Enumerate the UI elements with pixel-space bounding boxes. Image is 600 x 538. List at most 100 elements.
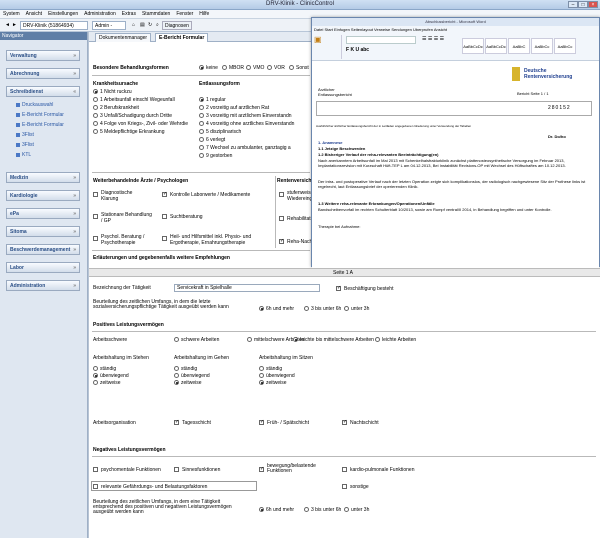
umf2-radio-1[interactable] [304, 507, 309, 512]
menu-extras[interactable]: Extras [119, 10, 139, 18]
forward-icon[interactable]: ► [10, 21, 19, 30]
radio-entlass-6[interactable] [199, 145, 204, 150]
paragraph-icons[interactable]: ☰ ☰ ☰ ☰ [422, 36, 444, 42]
radio-schwere-1[interactable] [247, 337, 252, 342]
radio-krank-1[interactable] [93, 97, 98, 102]
diagnoses-button[interactable]: Diagnosen [162, 21, 192, 30]
home-icon[interactable]: ⌂ [130, 21, 137, 30]
check-beschaeftigung[interactable] [336, 285, 341, 291]
nav-item-3flist-1[interactable]: 3Flist [16, 132, 34, 138]
radio-vmo[interactable] [246, 65, 251, 70]
radio-freq-0-0[interactable] [93, 366, 98, 371]
check-diagnostische[interactable] [93, 192, 98, 197]
nav-item-3flist-2[interactable]: 3Flist [16, 142, 34, 148]
radio-freq-0-1[interactable] [93, 373, 98, 378]
nav-group-administration[interactable]: Administration» [6, 280, 80, 291]
check-nachtschicht[interactable] [342, 419, 347, 425]
radio-keine[interactable] [199, 65, 204, 70]
admin-select[interactable]: Admin - [92, 21, 126, 30]
nav-group-verwaltung[interactable]: Verwaltung» [6, 50, 80, 61]
radio-freq-2-1[interactable] [259, 373, 264, 378]
radio-krank-3[interactable] [93, 113, 98, 118]
radio-entlass-0[interactable] [199, 97, 204, 102]
radio-freq-2-2[interactable] [259, 380, 264, 385]
radio-schwere-0[interactable] [174, 337, 179, 342]
nav-group-kardiologie[interactable]: Kardiologie» [6, 190, 80, 201]
font-select[interactable] [346, 36, 416, 44]
font-format-icons[interactable]: F K U abc [346, 47, 369, 53]
radio-freq-0-2[interactable] [93, 380, 98, 385]
radio-entlass-3[interactable] [199, 121, 204, 126]
nav-item-druckauswahl[interactable]: Druckauswahl [16, 102, 53, 108]
check-stationaere[interactable] [93, 214, 98, 219]
radio-freq-2-0[interactable] [259, 366, 264, 371]
radio-krank-0[interactable] [93, 89, 98, 94]
nav-group-sitoma[interactable]: Sitoma» [6, 226, 80, 237]
radio-entlass-7[interactable] [199, 153, 204, 158]
style-4[interactable]: AaBbCc [554, 38, 576, 54]
radio-schwere-2[interactable] [293, 337, 298, 342]
nav-group-schreibdienst[interactable]: Schreibdienst « [6, 86, 80, 97]
style-1[interactable]: AaBbCcDc [485, 38, 507, 54]
radio-vor[interactable] [267, 65, 272, 70]
umf1-radio-2[interactable] [344, 306, 349, 311]
check-sonstige[interactable] [342, 484, 347, 489]
check-kontrolle[interactable] [162, 191, 167, 197]
check-psychol[interactable] [93, 236, 98, 241]
menu-einstellungen[interactable]: Einstellungen [45, 10, 81, 18]
nav-item-ktl[interactable]: KTL [16, 152, 31, 158]
radio-schwere-3[interactable] [375, 337, 380, 342]
maximize-icon[interactable]: □ [578, 1, 588, 8]
refresh-icon[interactable]: ↻ [146, 21, 154, 30]
search-icon[interactable]: ⌕ [154, 21, 161, 30]
radio-entlass-4[interactable] [199, 129, 204, 134]
nav-group-abrechnung[interactable]: Abrechnung» [6, 68, 80, 79]
radio-krank-5[interactable] [93, 129, 98, 134]
check-rehabilitation[interactable] [279, 216, 284, 221]
check-sinnes[interactable] [174, 467, 179, 472]
check-gefaehrdung[interactable] [93, 484, 98, 489]
radio-freq-1-0[interactable] [174, 366, 179, 371]
nav-group-epa[interactable]: ePa» [6, 208, 80, 219]
tab-dokumentenmanager[interactable]: Dokumentenmanager [95, 33, 152, 42]
menu-administration[interactable]: Administration [81, 10, 119, 18]
radio-entlass-2[interactable] [199, 113, 204, 118]
check-tagesschicht[interactable] [174, 419, 179, 425]
nav-item-ebericht-2[interactable]: E-Bericht Formular [16, 122, 64, 128]
nav-group-beschwerde[interactable]: Beschwerdemanagement» [6, 244, 80, 255]
nav-group-labor[interactable]: Labor» [6, 262, 80, 273]
radio-entlass-5[interactable] [199, 137, 204, 142]
style-3[interactable]: AaBbCc [531, 38, 553, 54]
check-frueh-spaet[interactable] [259, 419, 264, 425]
check-suchtberatung[interactable] [162, 214, 167, 219]
radio-mbor[interactable] [222, 65, 227, 70]
umf1-radio-0[interactable] [259, 306, 264, 311]
menu-hilfe[interactable]: Hilfe [196, 10, 212, 18]
umf2-radio-0[interactable] [259, 507, 264, 512]
check-kardio[interactable] [342, 467, 347, 472]
check-heilmittel[interactable] [162, 236, 167, 241]
radio-freq-1-2[interactable] [174, 380, 179, 385]
radio-sonst[interactable] [289, 65, 294, 70]
radio-entlass-1[interactable] [199, 105, 204, 110]
check-bewegung[interactable] [259, 466, 264, 472]
nav-item-ebericht-1[interactable]: E-Bericht Formular [16, 112, 64, 118]
check-psychomental[interactable] [93, 467, 98, 472]
radio-freq-1-1[interactable] [174, 373, 179, 378]
close-icon[interactable]: × [588, 1, 598, 8]
taetigkeit-input[interactable]: Servicekraft in Spielhalle [174, 284, 320, 292]
clinic-select[interactable]: DRV-Klinik (51864934) [20, 21, 88, 30]
menu-stammdaten[interactable]: Stammdaten [139, 10, 173, 18]
style-0[interactable]: AaBbCcDc [462, 38, 484, 54]
menu-fenster[interactable]: Fenster [173, 10, 196, 18]
check-reha-nachsorge[interactable] [279, 238, 284, 244]
check-stufenweise[interactable] [279, 192, 284, 197]
nav-group-medizin[interactable]: Medizin» [6, 172, 80, 183]
radio-krank-2[interactable] [93, 105, 98, 110]
radio-krank-4[interactable] [93, 121, 98, 126]
style-2[interactable]: AaBbC [508, 38, 530, 54]
menu-system[interactable]: System [0, 10, 23, 18]
minimize-icon[interactable]: – [568, 1, 578, 8]
menu-ansicht[interactable]: Ansicht [23, 10, 45, 18]
tab-ebericht-formular[interactable]: E-Bericht Formular [155, 33, 209, 42]
